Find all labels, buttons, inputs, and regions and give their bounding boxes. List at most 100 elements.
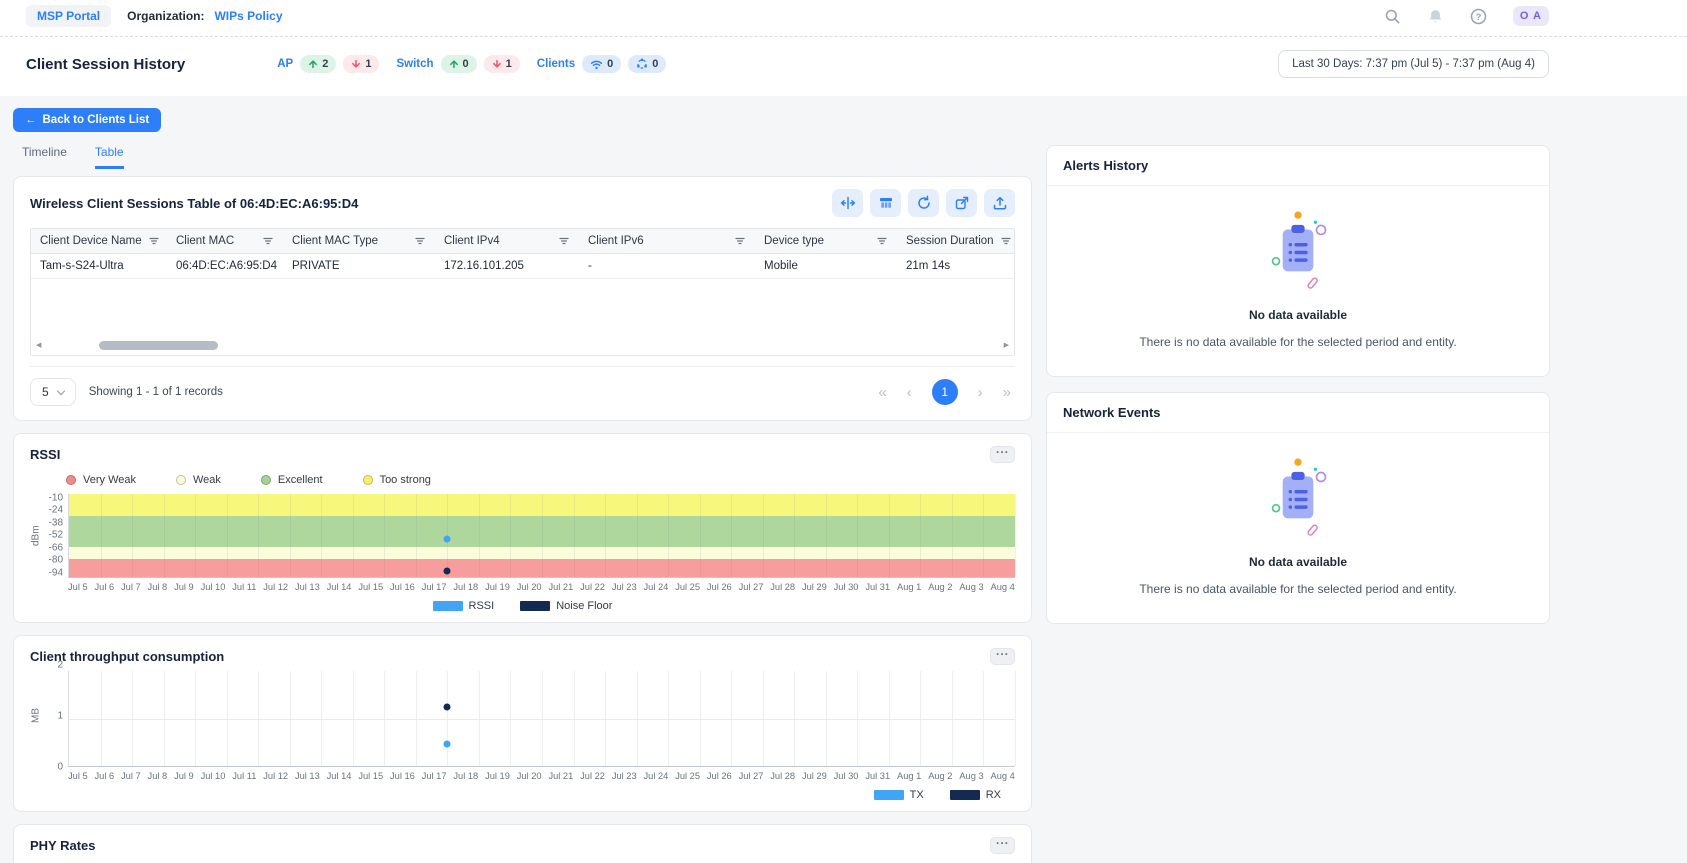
legend-item: Too strong	[363, 474, 431, 486]
wireless-clients-count: 0	[607, 58, 613, 70]
x-tick-label: Jul 31	[865, 771, 890, 781]
column-header: Client MAC	[167, 229, 283, 254]
more-options-icon[interactable]: ...	[990, 446, 1015, 463]
date-range-picker[interactable]: Last 30 Days: 7:37 pm (Jul 5) - 7:37 pm …	[1278, 50, 1549, 78]
rssi-chart: Very WeakWeakExcellentToo strongdBm-10-2…	[30, 474, 1015, 612]
switch-down-badge[interactable]: 1	[484, 55, 520, 73]
page-size-select[interactable]: 5	[30, 378, 76, 406]
filter-icon[interactable]	[734, 235, 746, 247]
first-page-button[interactable]: «	[878, 385, 886, 400]
gridline	[164, 494, 165, 577]
previous-page-button[interactable]: ‹	[907, 385, 912, 400]
current-page-button[interactable]: 1	[932, 379, 958, 405]
table-head: Client Device NameClient MACClient MAC T…	[31, 229, 1014, 254]
next-page-button[interactable]: ›	[978, 385, 983, 400]
gridline	[101, 494, 102, 577]
x-tick-label: Aug 4	[991, 582, 1015, 592]
network-events-title: Network Events	[1063, 405, 1161, 420]
alerts-empty-state: No data available There is no data avail…	[1047, 186, 1549, 376]
wired-clients-badge[interactable]: 0	[628, 55, 666, 73]
more-options-icon[interactable]: ...	[990, 837, 1015, 854]
gridline	[510, 494, 511, 577]
columns-button[interactable]	[870, 189, 901, 217]
x-tick-label: Jul 15	[358, 771, 383, 781]
x-tick-label: Jul 20	[517, 582, 542, 592]
legend-item: Excellent	[261, 474, 323, 486]
table-cell: Mobile	[755, 254, 897, 279]
ap-up-badge[interactable]: 2	[300, 55, 336, 73]
msp-portal-link[interactable]: MSP Portal	[26, 5, 111, 27]
x-tick-label: Jul 22	[580, 582, 605, 592]
wireless-clients-badge[interactable]: 0	[582, 55, 621, 73]
legend-item: Noise Floor	[520, 600, 612, 612]
gridline	[668, 494, 669, 577]
sessions-table-title: Wireless Client Sessions Table of 06:4D:…	[30, 196, 358, 211]
export-button[interactable]	[984, 189, 1015, 217]
x-tick-label: Jul 7	[121, 582, 141, 592]
x-tick-label: Jul 8	[148, 771, 168, 781]
x-tick-label: Jul 14	[327, 771, 352, 781]
horizontal-scrollbar[interactable]: ◀ ▶	[31, 339, 1014, 355]
filter-icon[interactable]	[876, 235, 888, 247]
legend-item: Weak	[176, 474, 221, 486]
last-page-button[interactable]: »	[1003, 385, 1011, 400]
empty-state-title: No data available	[1249, 308, 1347, 322]
clients-stat-label[interactable]: Clients	[537, 58, 575, 70]
scroll-right-icon[interactable]: ▶	[1004, 342, 1009, 349]
x-tick-label: Jul 23	[612, 771, 637, 781]
filter-icon[interactable]	[1000, 235, 1012, 247]
switch-stat-label[interactable]: Switch	[396, 58, 433, 70]
scrollbar-track[interactable]	[46, 341, 998, 350]
scroll-left-icon[interactable]: ◀	[36, 342, 41, 349]
gridline	[416, 494, 417, 577]
refresh-button[interactable]	[908, 189, 939, 217]
x-tick-label: Jul 31	[865, 582, 890, 592]
tab-table[interactable]: Table	[95, 145, 124, 169]
noise-floor-swatch-icon	[520, 601, 550, 611]
help-icon[interactable]: ?	[1470, 8, 1487, 25]
notifications-bell-icon[interactable]	[1427, 8, 1444, 25]
filter-icon[interactable]	[558, 235, 570, 247]
filter-icon[interactable]	[262, 235, 274, 247]
column-header: Device type	[755, 229, 897, 254]
x-tick-label: Jul 18	[453, 771, 478, 781]
tab-timeline[interactable]: Timeline	[22, 145, 67, 169]
y-tick-label: -94	[49, 567, 63, 578]
empty-state-title: No data available	[1249, 555, 1347, 569]
external-link-icon	[954, 195, 970, 211]
gridline	[826, 494, 827, 577]
column-header: Client MAC Type	[283, 229, 435, 254]
x-tick-label: Jul 25	[675, 582, 700, 592]
switch-up-badge[interactable]: 0	[441, 55, 477, 73]
y-tick-label: -52	[49, 530, 63, 541]
search-icon[interactable]	[1384, 8, 1401, 25]
noise-floor-data-point	[444, 567, 451, 574]
x-tick-label: Jul 5	[68, 582, 88, 592]
network-events-card: Network Events	[1046, 392, 1550, 624]
ap-down-badge[interactable]: 1	[343, 55, 379, 73]
very-weak-swatch-icon	[66, 475, 76, 485]
filter-icon[interactable]	[148, 235, 160, 247]
gridline	[1015, 671, 1016, 766]
y-axis-title: dBm	[30, 494, 42, 578]
gridline	[290, 494, 291, 577]
legend-label: Too strong	[380, 474, 431, 486]
x-tick-label: Jul 14	[327, 582, 352, 592]
organization-name-link[interactable]: WIPs Policy	[214, 9, 282, 23]
filter-icon[interactable]	[414, 235, 426, 247]
fit-columns-button[interactable]	[832, 189, 863, 217]
ap-stat-label[interactable]: AP	[277, 58, 293, 70]
x-tick-label: Aug 3	[959, 771, 983, 781]
scrollbar-thumb[interactable]	[99, 341, 218, 350]
back-to-clients-button[interactable]: ← Back to Clients List	[13, 108, 161, 132]
column-header: Client IPv4	[435, 229, 579, 254]
more-options-icon[interactable]: ...	[990, 648, 1015, 665]
table-row[interactable]: Tam-s-S24-Ultra06:4D:EC:A6:95:D4PRIVATE1…	[31, 254, 1014, 279]
column-header-label: Client IPv4	[444, 235, 500, 247]
rssi-swatch-icon	[433, 601, 463, 611]
open-external-button[interactable]	[946, 189, 977, 217]
gridline	[479, 494, 480, 577]
user-avatar[interactable]: O A	[1513, 6, 1549, 26]
sessions-table-card: Wireless Client Sessions Table of 06:4D:…	[13, 176, 1032, 421]
column-header-label: Device type	[764, 235, 824, 247]
